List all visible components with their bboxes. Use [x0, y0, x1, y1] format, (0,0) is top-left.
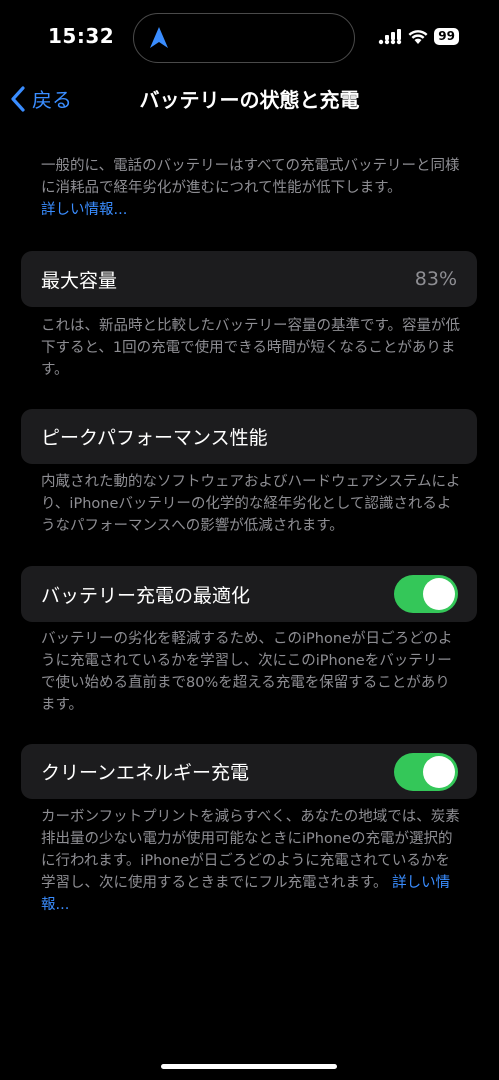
battery-icon: 99: [434, 28, 459, 45]
screen: 15:32 99 戻る バッテリーの状態と充電 一般的に、電話のバッテリーはすべ…: [0, 0, 499, 1080]
status-icons: 99: [378, 28, 459, 45]
back-label: 戻る: [32, 88, 72, 112]
home-indicator[interactable]: [161, 1064, 337, 1069]
intro-text: 一般的に、電話のバッテリーはすべての充電式バッテリーと同様に消耗品で経年劣化が進…: [41, 158, 460, 196]
location-arrow-icon: [150, 27, 168, 48]
toggle-knob: [423, 755, 455, 788]
learn-more-link[interactable]: 詳しい情報...: [41, 202, 127, 218]
clean-energy-label: クリーンエネルギー充電: [41, 762, 250, 784]
dynamic-island[interactable]: [133, 13, 355, 63]
optimized-charging-description: バッテリーの劣化を軽減するため、このiPhoneが日ごろどのように充電されている…: [41, 631, 453, 713]
clean-energy-toggle[interactable]: [394, 752, 458, 791]
page-title: バッテリーの状態と充電: [139, 88, 360, 112]
peak-performance-label: ピークパフォーマンス性能: [41, 427, 268, 449]
clean-energy-row: クリーンエネルギー充電: [21, 744, 477, 799]
max-capacity-description: これは、新品時と比較したバッテリー容量の基準です。容量が低下すると、1回の充電で…: [41, 318, 461, 378]
wifi-icon: [408, 29, 428, 44]
cellular-signal-icon: [379, 28, 402, 44]
back-button[interactable]: 戻る: [10, 84, 72, 113]
toggle-knob: [423, 578, 455, 610]
status-time: 15:32: [48, 24, 115, 48]
chevron-left-icon: [11, 85, 25, 112]
optimized-charging-label: バッテリー充電の最適化: [41, 584, 251, 607]
peak-performance-row: ピークパフォーマンス性能: [21, 409, 477, 464]
max-capacity-row: 最大容量 83%: [21, 251, 477, 307]
optimized-charging-row: バッテリー充電の最適化: [21, 566, 477, 622]
max-capacity-label: 最大容量: [41, 269, 118, 292]
optimized-charging-toggle[interactable]: [394, 575, 458, 613]
max-capacity-value: 83%: [414, 268, 457, 290]
intro-description: 一般的に、電話のバッテリーはすべての充電式バッテリーと同様に消耗品で経年劣化が進…: [41, 155, 461, 221]
peak-performance-description: 内蔵された動的なソフトウェアおよびハードウェアシステムにより、iPhoneバッテ…: [41, 474, 461, 534]
clean-energy-description: カーボンフットプリントを減らすべく、あなたの地域では、炭素排出量の少ない電力が使…: [41, 806, 461, 916]
